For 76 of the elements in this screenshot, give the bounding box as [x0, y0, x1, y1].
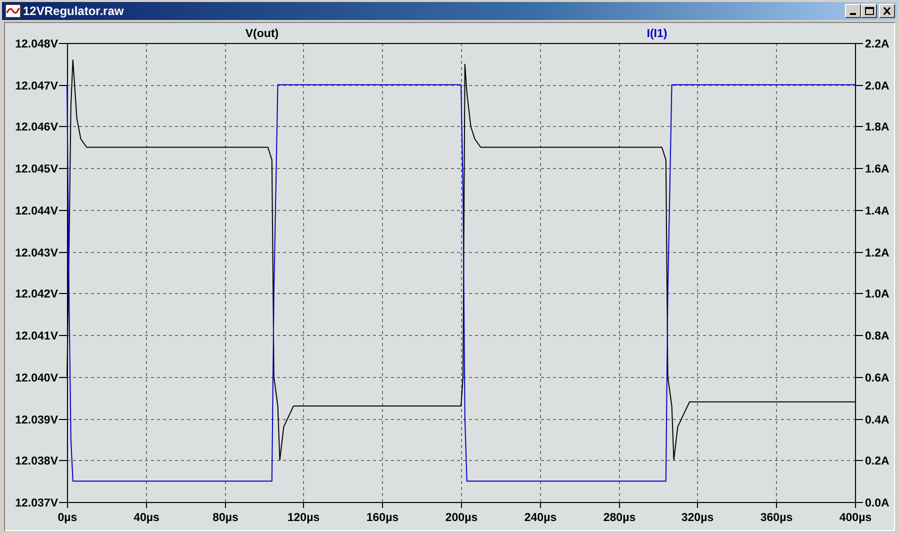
axis-label: 1.4A	[865, 206, 890, 218]
axis-label: 1.6A	[865, 164, 890, 176]
axis-label: 2.0A	[865, 80, 890, 92]
tick-mark	[58, 419, 68, 420]
axis-label: 240µs	[524, 512, 557, 524]
axis-label: 200µs	[445, 512, 478, 524]
axis-label: 40µs	[134, 512, 160, 524]
axis-label: 0.2A	[865, 456, 890, 468]
axis-label: 0.6A	[865, 372, 890, 384]
axis-label: 12.037V	[15, 498, 58, 510]
close-button[interactable]	[879, 4, 895, 18]
axis-label: 0µs	[58, 512, 78, 524]
axis-label: 280µs	[603, 512, 636, 524]
axis-label: 160µs	[366, 512, 399, 524]
tick-mark	[854, 85, 864, 86]
axis-label: 1.2A	[865, 248, 890, 260]
tick-mark	[461, 502, 462, 508]
tick-mark	[58, 377, 68, 378]
axis-label: 0.0A	[865, 498, 890, 510]
tick-mark	[854, 252, 864, 253]
axis-label: 80µs	[212, 512, 238, 524]
axis-label: 2.2A	[865, 38, 890, 50]
tick-mark	[854, 43, 864, 44]
tick-mark	[854, 293, 864, 294]
tick-mark	[382, 502, 383, 508]
axis-label: 1.8A	[865, 122, 890, 134]
tick-mark	[225, 502, 226, 508]
axis-label: 12.041V	[15, 330, 58, 342]
tick-mark	[58, 126, 68, 127]
series-label: I(I1)	[646, 28, 668, 40]
axis-label: 12.045V	[15, 164, 58, 176]
waveform-icon	[5, 4, 21, 18]
axis-label: 1.0A	[865, 288, 890, 300]
tick-mark	[619, 502, 620, 508]
tick-mark	[776, 502, 777, 508]
tick-mark	[58, 168, 68, 169]
axis-label: 12.048V	[15, 38, 58, 50]
tick-mark	[58, 460, 68, 461]
axis-label: 12.043V	[15, 248, 58, 260]
tick-mark	[58, 210, 68, 211]
axis-label: 12.046V	[15, 122, 58, 134]
axis-label: 12.038V	[15, 456, 58, 468]
minimize-icon	[850, 13, 856, 15]
axis-label: 12.039V	[15, 414, 58, 426]
tick-mark	[697, 502, 698, 508]
tick-mark	[854, 210, 864, 211]
maximize-icon	[864, 7, 874, 15]
axis-label: 120µs	[287, 512, 320, 524]
tick-mark	[58, 43, 68, 44]
tick-mark	[58, 85, 68, 86]
tick-mark	[303, 502, 304, 508]
tick-mark	[854, 460, 864, 461]
axis-label: 12.040V	[15, 372, 58, 384]
axis-label: 12.044V	[15, 206, 58, 218]
series-label: V(out)	[245, 28, 279, 40]
minimize-button[interactable]	[845, 4, 861, 18]
axis-label: 0.8A	[865, 330, 890, 342]
axis-label: 0.4A	[865, 414, 890, 426]
tick-mark	[58, 335, 68, 336]
axis-label: 400µs	[839, 512, 872, 524]
tick-mark	[540, 502, 541, 508]
tick-mark	[854, 168, 864, 169]
axis-label: 360µs	[760, 512, 793, 524]
axis-label: 12.047V	[15, 80, 58, 92]
tick-mark	[854, 335, 864, 336]
tick-mark	[146, 502, 147, 508]
tick-mark	[854, 126, 864, 127]
tick-mark	[58, 293, 68, 294]
axis-label: 320µs	[681, 512, 714, 524]
maximize-button[interactable]	[861, 4, 877, 18]
tick-mark	[854, 377, 864, 378]
tick-mark	[58, 252, 68, 253]
axis-label: 12.042V	[15, 288, 58, 300]
tick-mark	[854, 419, 864, 420]
window-title: 12VRegulator.raw	[23, 4, 125, 18]
close-icon	[883, 7, 891, 15]
